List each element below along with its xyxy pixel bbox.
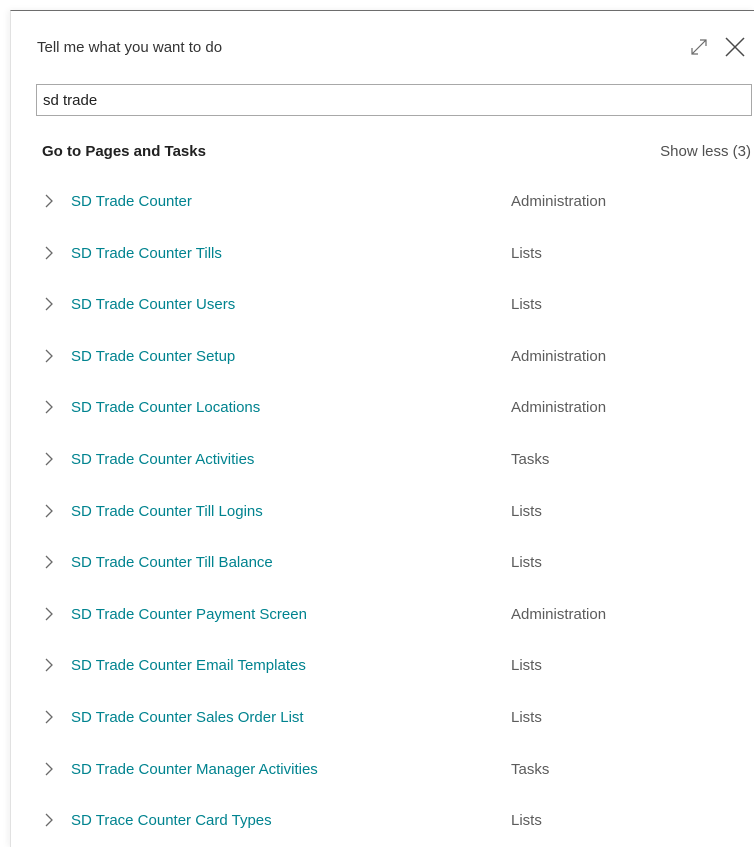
chevron-right-icon [45,349,53,363]
result-item[interactable]: SD Trade Counter Sales Order List Lists [11,692,754,744]
result-category: Administration [511,399,607,417]
result-name[interactable]: SD Trade Counter Users [71,296,235,313]
result-name[interactable]: SD Trade Counter Activities [71,451,254,468]
result-name[interactable]: SD Trade Counter Email Templates [71,657,306,674]
result-name[interactable]: SD Trace Counter Card Types [71,812,272,829]
result-name[interactable]: SD Trade Counter Locations [71,399,260,416]
result-category: Tasks [511,760,550,778]
result-name[interactable]: SD Trade Counter Sales Order List [71,709,304,726]
chevron-right-icon [45,607,53,621]
chevron-right-icon [45,762,53,775]
result-item[interactable]: SD Trade Counter Email Templates Lists [11,640,754,692]
dialog-title: Tell me what you want to do [37,39,223,56]
result-name[interactable]: SD Trade Counter Setup [71,348,235,365]
chevron-right-icon [45,297,53,311]
close-icon[interactable] [723,35,747,59]
chevron-right-icon [45,452,53,466]
result-item[interactable]: SD Trade Counter Tills Lists [11,228,754,280]
chevron-right-icon [45,400,53,414]
result-category: Lists [511,502,542,520]
result-item[interactable]: SD Trade Counter Payment Screen Administ… [11,589,754,641]
result-category: Administration [511,605,607,623]
result-category: Lists [511,708,542,726]
result-name[interactable]: SD Trade Counter Till Logins [71,503,263,520]
result-item[interactable]: SD Trade Counter Activities Tasks [11,434,754,486]
section-header: Go to Pages and Tasks Show less (3) [11,137,754,167]
result-item[interactable]: SD Trade Counter Locations Administratio… [11,382,754,434]
chevron-right-icon [45,813,53,827]
dialog-header: Tell me what you want to do [11,11,754,83]
chevron-right-icon [45,194,53,208]
result-item[interactable]: SD Trade Counter Users Lists [11,279,754,331]
tell-me-dialog: Tell me what you want to do Go to Pages … [10,10,754,847]
result-category: Lists [511,244,542,262]
result-item[interactable]: SD Trade Counter Till Logins Lists [11,486,754,538]
expand-icon[interactable] [687,35,711,59]
result-item[interactable]: SD Trade Counter Manager Activities Task… [11,744,754,796]
result-item[interactable]: SD Trade Counter Till Balance Lists [11,537,754,589]
result-category: Administration [511,193,607,210]
result-name[interactable]: SD Trade Counter [71,193,192,210]
section-title: Go to Pages and Tasks [42,143,206,160]
result-category: Lists [511,657,542,675]
result-name[interactable]: SD Trade Counter Manager Activities [71,761,318,778]
chevron-right-icon [45,246,53,260]
result-category: Lists [511,812,542,830]
result-name[interactable]: SD Trade Counter Till Balance [71,554,273,571]
show-less-link[interactable]: Show less (3) [660,143,751,160]
chevron-right-icon [45,504,53,518]
chevron-right-icon [45,658,53,672]
result-category: Tasks [511,450,550,468]
chevron-right-icon [45,555,53,569]
result-category: Lists [511,554,542,572]
result-item[interactable]: SD Trace Counter Card Types Lists [11,795,754,847]
results-list: SD Trade Counter Administration SD Trade… [11,176,754,847]
result-name[interactable]: SD Trade Counter Payment Screen [71,606,307,623]
chevron-right-icon [45,710,53,724]
search-input[interactable] [36,84,752,116]
result-item[interactable]: SD Trade Counter Setup Administration [11,331,754,383]
result-category: Administration [511,347,607,365]
result-name[interactable]: SD Trade Counter Tills [71,245,222,262]
result-item[interactable]: SD Trade Counter Administration [11,176,754,228]
result-category: Lists [511,296,542,314]
